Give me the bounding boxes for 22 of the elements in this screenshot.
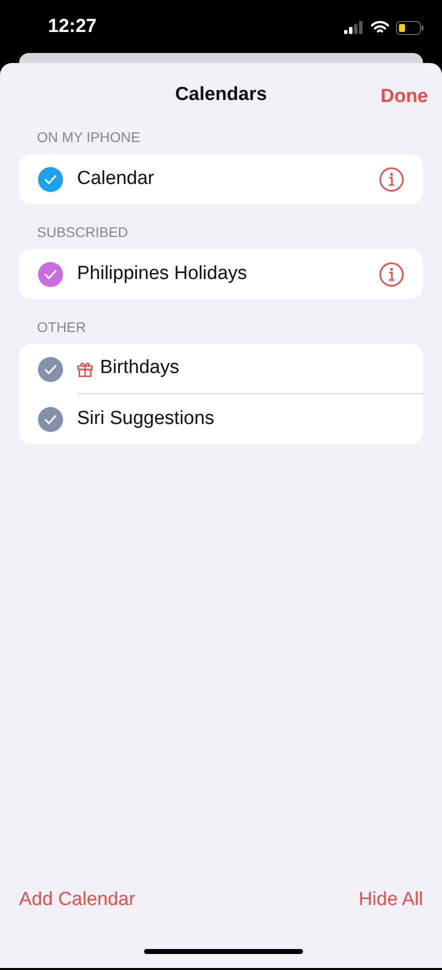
calendar-row[interactable]: Calendar — [19, 154, 423, 204]
calendar-row[interactable]: Birthdays — [19, 344, 423, 394]
checkmark-circle-icon[interactable] — [38, 262, 63, 286]
calendar-name: Birthdays — [100, 356, 180, 380]
calendar-name: Siri Suggestions — [77, 406, 216, 431]
calendar-row[interactable]: Philippines Holidays — [19, 249, 423, 299]
calendar-name: Calendar — [77, 166, 156, 191]
section-header: OTHER — [36, 318, 87, 337]
calendar-name: Philippines Holidays — [77, 262, 248, 286]
info-icon[interactable] — [379, 166, 404, 192]
sheet-title: Calendars — [175, 82, 267, 107]
status-time: 12:27 — [48, 15, 97, 40]
checkmark-circle-icon[interactable] — [38, 406, 63, 432]
checkmark-circle-icon[interactable] — [38, 166, 63, 192]
wifi-icon — [371, 21, 389, 34]
battery-icon — [396, 20, 424, 34]
section-header: SUBSCRIBED — [36, 223, 130, 242]
info-icon[interactable] — [379, 262, 404, 286]
section-header: ON MY IPHONE — [36, 128, 142, 147]
checkmark-circle-icon[interactable] — [38, 356, 63, 382]
calendar-row[interactable]: Siri Suggestions — [19, 394, 423, 444]
signal-icon — [344, 21, 364, 34]
